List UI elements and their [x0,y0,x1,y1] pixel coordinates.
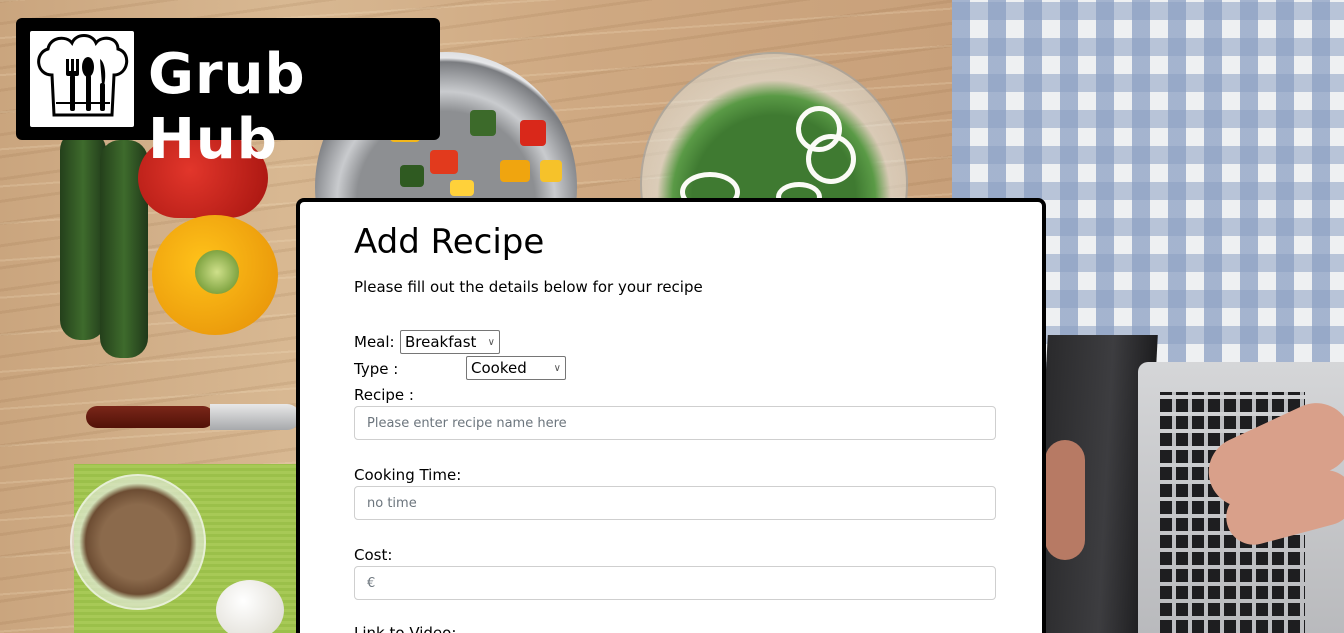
add-recipe-form: Add Recipe Please fill out the details b… [296,198,1046,633]
type-select[interactable]: Cooked ∨ [466,356,566,380]
cooking-time-input[interactable]: no time [354,486,996,520]
page-title: Add Recipe [354,222,545,262]
cooking-time-placeholder: no time [367,495,417,511]
meal-select-value: Breakfast [405,333,477,351]
knife [86,406,214,428]
recipe-label: Recipe : [354,386,414,404]
peppercorn-bowl [70,474,206,610]
garlic [216,580,284,633]
logo-text: Grub Hub [148,42,306,172]
cooking-time-label: Cooking Time: [354,466,462,484]
chef-hat-icon [30,31,134,127]
meal-label: Meal: [354,333,395,351]
chevron-down-icon: ∨ [487,336,495,348]
cost-label: Cost: [354,546,393,564]
cost-placeholder: € [367,575,376,591]
recipe-name-placeholder: Please enter recipe name here [367,415,567,431]
cost-input[interactable]: € [354,566,996,600]
type-select-value: Cooked [471,359,527,377]
chevron-down-icon: ∨ [553,362,561,374]
type-label: Type : [354,360,399,378]
form-subtitle: Please fill out the details below for yo… [354,278,703,296]
link-to-video-label: Link to Video: [354,624,457,633]
site-logo[interactable]: Grub Hub [16,18,440,172]
recipe-name-input[interactable]: Please enter recipe name here [354,406,996,440]
meal-select[interactable]: Breakfast ∨ [400,330,500,354]
